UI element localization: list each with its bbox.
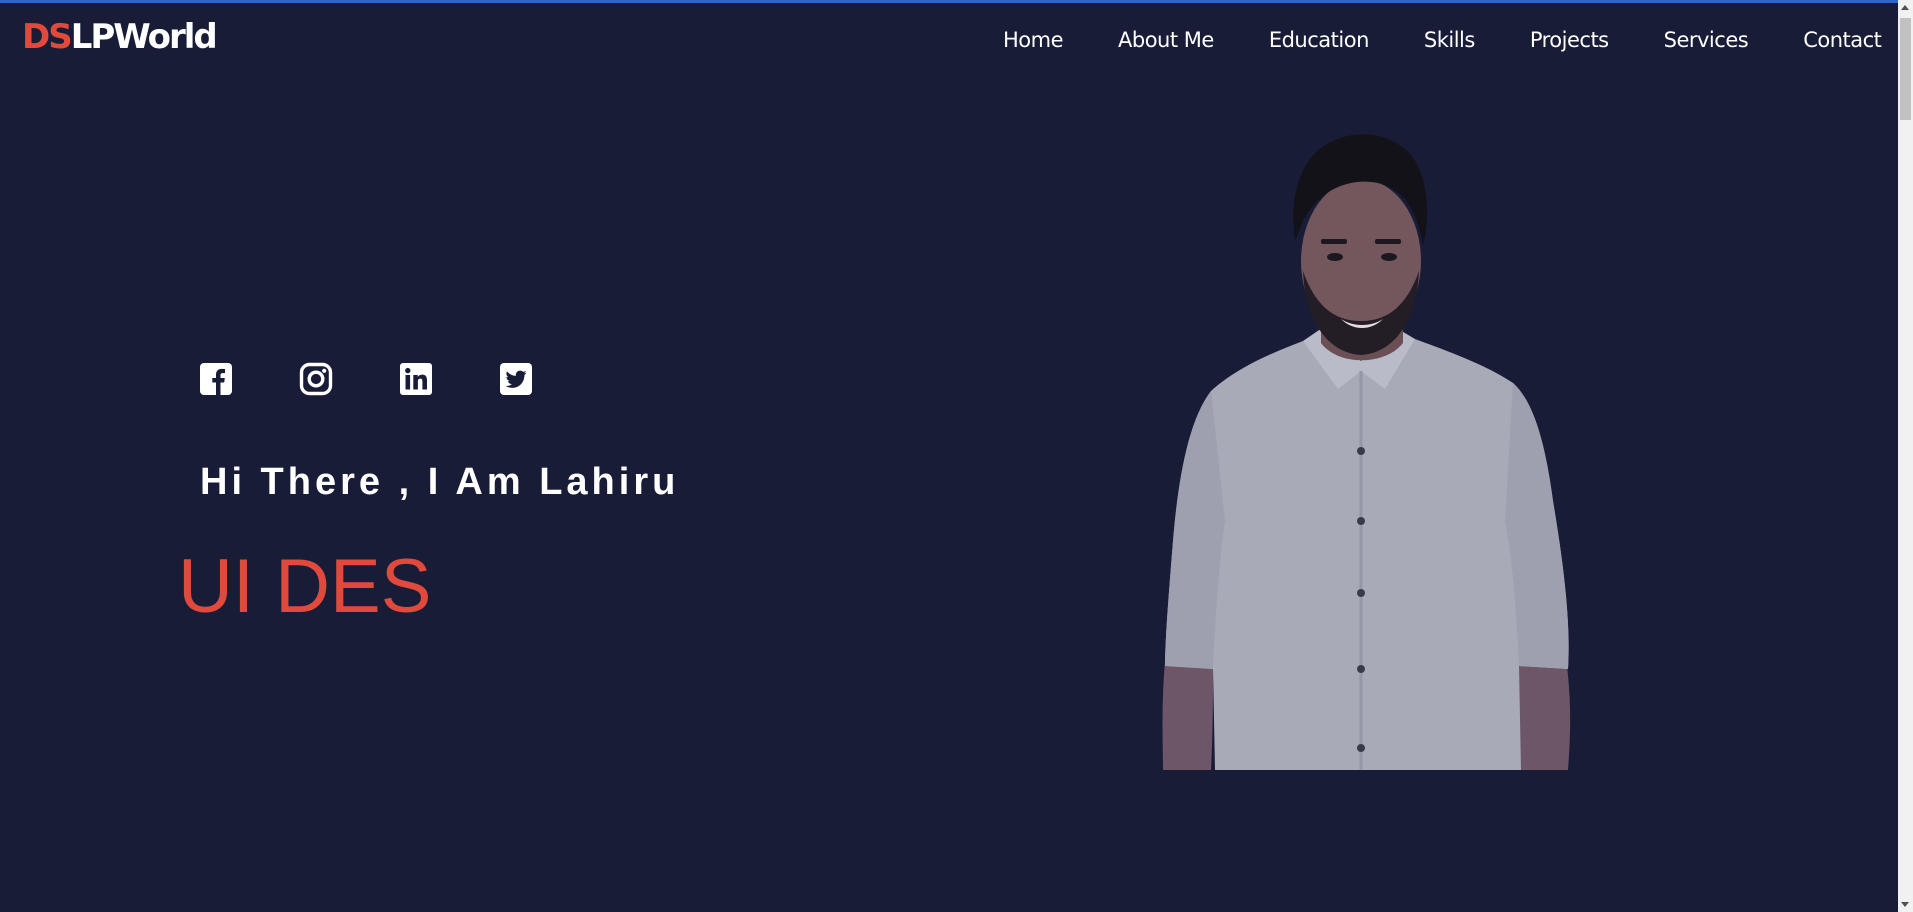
twitter-icon[interactable]	[499, 362, 533, 396]
nav-contact[interactable]: Contact	[1803, 28, 1882, 52]
logo-accent: DS	[22, 17, 73, 57]
linkedin-icon[interactable]	[399, 362, 433, 396]
instagram-icon[interactable]	[299, 362, 333, 396]
site-logo[interactable]: DSLPWorld	[22, 17, 218, 57]
nav-projects[interactable]: Projects	[1530, 28, 1609, 52]
nav-home[interactable]: Home	[1003, 28, 1064, 52]
nav-services[interactable]: Services	[1664, 28, 1749, 52]
nav-skills[interactable]: Skills	[1424, 28, 1475, 52]
facebook-icon[interactable]	[199, 362, 233, 396]
scroll-up-arrow-icon[interactable]	[1901, 5, 1909, 10]
scroll-down-arrow-icon[interactable]	[1901, 902, 1909, 907]
nav-about-me[interactable]: About Me	[1118, 28, 1214, 52]
scroll-thumb[interactable]	[1900, 18, 1911, 120]
page-scrollbar[interactable]	[1898, 0, 1913, 912]
logo-text: LPWorld	[70, 17, 218, 57]
profile-photo	[1153, 121, 1573, 770]
hero-typed-role: UI DES	[178, 544, 432, 629]
hero-greeting: Hi There , I Am Lahiru	[200, 461, 680, 503]
social-links	[199, 362, 533, 396]
main-nav: Home About Me Education Skills Projects …	[1003, 25, 1882, 55]
hero-page: DSLPWorld Home About Me Education Skills…	[0, 3, 1898, 912]
nav-education[interactable]: Education	[1269, 28, 1370, 52]
